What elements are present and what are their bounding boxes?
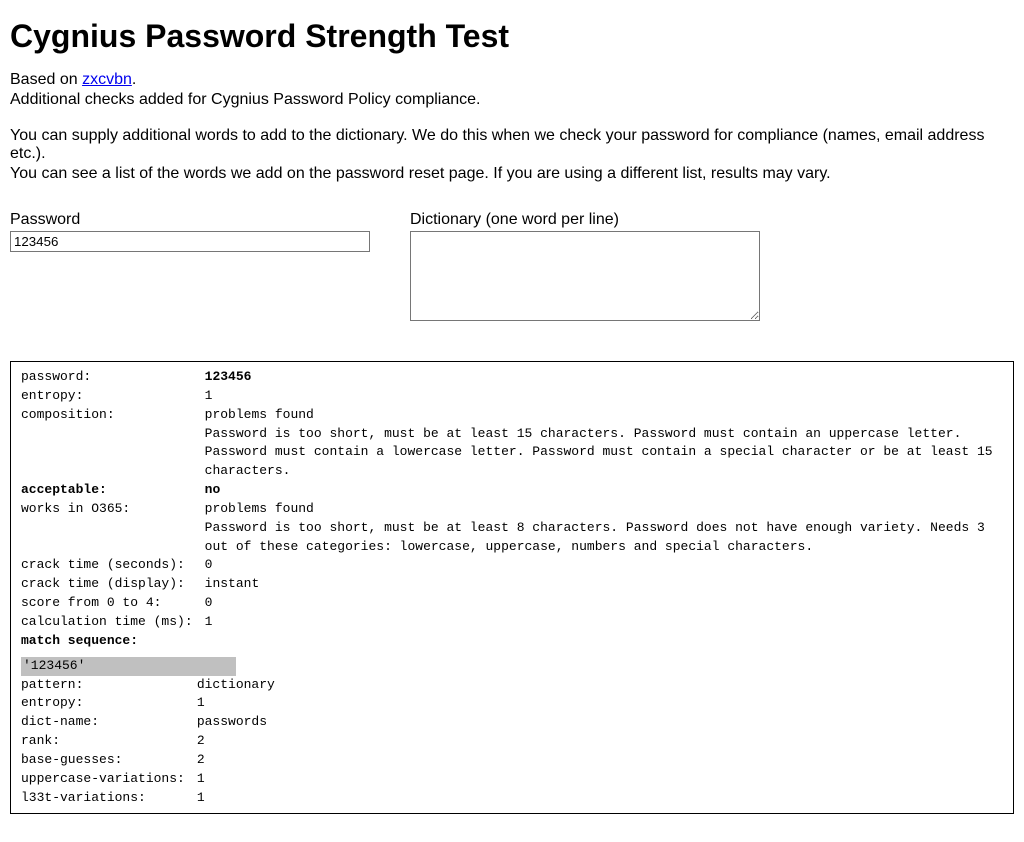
result-val-crack-seconds: 0	[205, 556, 1003, 575]
dictionary-label: Dictionary (one word per line)	[410, 211, 760, 229]
result-val-entropy: 1	[205, 387, 1003, 406]
result-key-password: password:	[21, 368, 205, 387]
result-val-composition: problems found	[205, 406, 1003, 425]
result-val-password: 123456	[205, 368, 1003, 387]
match-val-upper-var: 1	[197, 770, 279, 789]
results-panel: password: 123456 entropy: 1 composition:…	[10, 361, 1014, 814]
result-key-score: score from 0 to 4:	[21, 594, 205, 613]
password-input[interactable]	[10, 231, 370, 252]
password-label: Password	[10, 211, 370, 229]
result-key-calc-time: calculation time (ms):	[21, 613, 205, 632]
result-o365-details: Password is too short, must be at least …	[205, 519, 1003, 557]
zxcvbn-link[interactable]: zxcvbn	[82, 71, 132, 88]
match-val-dict-name: passwords	[197, 713, 279, 732]
result-val-o365: problems found	[205, 500, 1003, 519]
result-composition-details: Password is too short, must be at least …	[205, 425, 1003, 482]
result-val-crack-display: instant	[205, 575, 1003, 594]
match-token: '123456'	[21, 657, 236, 676]
based-on-prefix: Based on	[10, 71, 82, 88]
result-key-entropy: entropy:	[21, 387, 205, 406]
match-val-entropy: 1	[197, 694, 279, 713]
match-key-base-guesses: base-guesses:	[21, 751, 197, 770]
match-key-upper-var: uppercase-variations:	[21, 770, 197, 789]
match-val-l33t-var: 1	[197, 789, 279, 808]
intro-para2-line2: You can see a list of the words we add o…	[10, 165, 1014, 183]
match-key-entropy: entropy:	[21, 694, 197, 713]
result-key-composition: composition:	[21, 406, 205, 425]
match-table: pattern: dictionary entropy: 1 dict-name…	[21, 676, 279, 808]
intro-line-2: Additional checks added for Cygnius Pass…	[10, 91, 1014, 109]
dictionary-textarea[interactable]	[410, 231, 760, 321]
match-key-l33t-var: l33t-variations:	[21, 789, 197, 808]
match-val-rank: 2	[197, 732, 279, 751]
result-key-match-sequence: match sequence:	[21, 632, 1003, 651]
result-key-acceptable: acceptable:	[21, 481, 205, 500]
match-key-rank: rank:	[21, 732, 197, 751]
intro-para2-line1: You can supply additional words to add t…	[10, 127, 1014, 163]
result-val-calc-time: 1	[205, 613, 1003, 632]
page-title: Cygnius Password Strength Test	[10, 18, 1014, 55]
result-key-crack-seconds: crack time (seconds):	[21, 556, 205, 575]
match-key-dict-name: dict-name:	[21, 713, 197, 732]
result-val-acceptable: no	[205, 481, 1003, 500]
intro-line-1: Based on zxcvbn.	[10, 71, 1014, 89]
match-val-pattern: dictionary	[197, 676, 279, 695]
match-val-base-guesses: 2	[197, 751, 279, 770]
result-key-o365: works in O365:	[21, 500, 205, 519]
results-table: password: 123456 entropy: 1 composition:…	[21, 368, 1003, 651]
result-key-crack-display: crack time (display):	[21, 575, 205, 594]
result-val-score: 0	[205, 594, 1003, 613]
match-key-pattern: pattern:	[21, 676, 197, 695]
based-on-suffix: .	[132, 71, 136, 88]
